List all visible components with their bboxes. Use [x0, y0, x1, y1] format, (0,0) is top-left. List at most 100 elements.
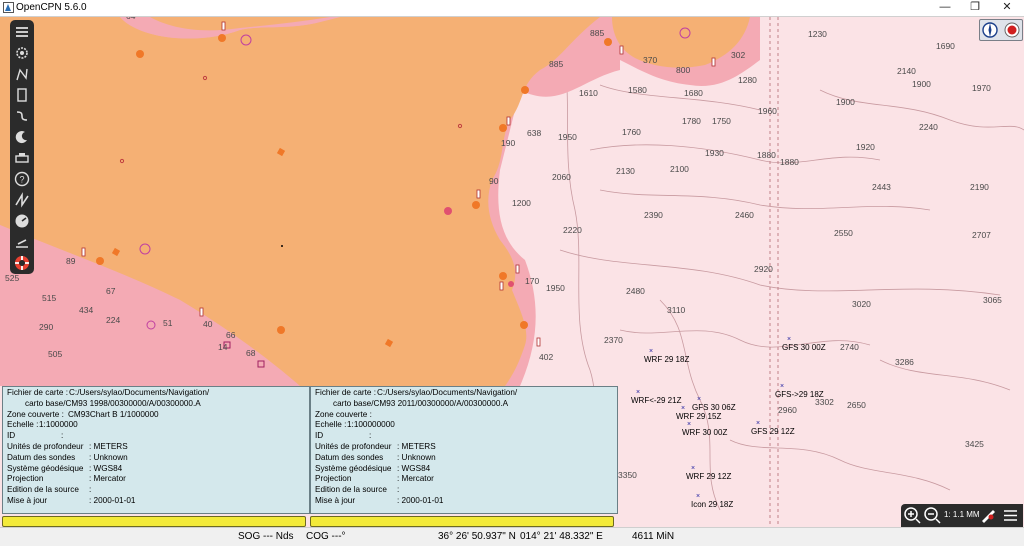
depth-sounding: 2550 [834, 228, 853, 238]
projection-label: Projection [315, 474, 352, 484]
grib-marker-icon: × [636, 389, 640, 396]
ais-icon[interactable] [12, 232, 32, 252]
dashboard-icon[interactable] [12, 211, 32, 231]
file-path-continued: carto base/CM93 2011/00300000/A/00300000… [333, 398, 509, 408]
depth-sounding: 1880 [757, 150, 776, 160]
depth-sounding: 64 [126, 17, 136, 21]
depth-sounding: 2480 [626, 286, 645, 296]
file-path-continued: carto base/CM93 1998/00300000/A/00300000… [25, 398, 201, 408]
file-path: C:/Users/sylao/Documents/Navigation/ [69, 388, 210, 397]
chart-info-panel-2: Fichier de carte : C:/Users/sylao/Docume… [310, 386, 618, 514]
title-bar: OpenCPN 5.6.0 — ❐ ✕ [0, 0, 1024, 17]
depth-sounding: 1580 [628, 85, 647, 95]
depth-sounding: 2060 [552, 172, 571, 182]
lifebuoy-icon[interactable] [12, 253, 32, 273]
grib-marker-icon: × [691, 465, 695, 472]
depth-sounding: 638 [527, 128, 541, 138]
grib-icon[interactable] [12, 190, 32, 210]
grib-marker-icon: × [697, 396, 701, 403]
route-icon[interactable] [12, 64, 32, 84]
depth-sounding: 800 [676, 65, 690, 75]
depth-sounding: 3110 [667, 305, 686, 315]
chart-bar-2[interactable] [310, 516, 614, 527]
zoom-out-icon[interactable] [923, 506, 942, 525]
depth-sounding: 3350 [618, 470, 637, 480]
chart-info-icon[interactable] [12, 85, 32, 105]
grib-label: Icon 29 18Z [691, 500, 733, 509]
update-value: : 2000-01-01 [397, 495, 444, 505]
depth-sounding: 170 [525, 276, 539, 286]
zoom-in-icon[interactable] [903, 506, 922, 525]
units-value: : METERS [89, 441, 128, 451]
latitude-readout: 36° 26' 50.937" N [438, 531, 516, 542]
sog-readout: SOG --- Nds [238, 531, 294, 542]
depth-sounding: 66 [226, 330, 236, 340]
depth-sounding: 1900 [912, 79, 931, 89]
depth-sounding: 1920 [856, 142, 875, 152]
geodetic-value: : WGS84 [89, 463, 123, 473]
depth-sounding: 2960 [778, 405, 797, 415]
zone-value: CM93Chart B 1/1000000 [68, 409, 159, 419]
hamburger-menu-icon[interactable] [1001, 506, 1020, 525]
projection-label: Projection [7, 474, 44, 484]
depth-sounding: 2140 [897, 66, 916, 76]
grib-label: WRF 29 15Z [676, 412, 721, 421]
depth-sounding: 885 [590, 28, 604, 38]
maximize-button[interactable]: ❐ [958, 0, 992, 16]
grib-marker-icon: × [787, 336, 791, 343]
sounding-datum-label: Datum des sondes [7, 452, 76, 462]
source-edition-label: Edition de la source [315, 485, 387, 495]
depth-sounding: 1690 [936, 41, 955, 51]
depth-sounding: 505 [48, 349, 62, 359]
projection-value: : Mercator [397, 474, 434, 484]
depth-sounding: 3020 [852, 299, 871, 309]
id-label: ID [315, 431, 324, 441]
depth-sounding: 2460 [735, 210, 754, 220]
depth-sounding: 2650 [847, 400, 866, 410]
sounding-datum-label: Datum des sondes [315, 452, 384, 462]
chart-scale-label: 1: 1.1 MM [944, 510, 980, 519]
depth-sounding: 434 [79, 305, 93, 315]
cog-readout: COG ---° [306, 531, 346, 542]
menu-icon[interactable] [12, 22, 32, 42]
depth-sounding: 3425 [965, 439, 984, 449]
settings-icon[interactable] [12, 43, 32, 63]
depth-sounding: 1750 [712, 116, 731, 126]
depth-sounding: 1680 [684, 88, 703, 98]
scale-label: Echelle : [315, 420, 347, 430]
minimize-button[interactable]: — [928, 0, 962, 16]
close-button[interactable]: ✕ [990, 0, 1024, 16]
update-label: Mise à jour [315, 495, 356, 505]
tide-icon[interactable] [12, 127, 32, 147]
depth-sounding: 224 [106, 315, 120, 325]
svg-text:?: ? [19, 175, 24, 185]
geodetic-label: Système géodésique [7, 463, 84, 473]
depth-sounding: 525 [5, 273, 19, 283]
print-icon[interactable] [12, 148, 32, 168]
chart-mode-icon[interactable] [979, 506, 998, 525]
depth-sounding: 3065 [983, 295, 1002, 305]
grib-label: GFS 29 12Z [751, 427, 795, 436]
depth-sounding: 370 [643, 55, 657, 65]
depth-sounding: 89 [66, 256, 76, 266]
compass-rose-icon [982, 22, 1020, 38]
depth-sounding: 67 [106, 286, 116, 296]
chart-bar-1[interactable] [2, 516, 306, 527]
depth-sounding: 90 [489, 176, 499, 186]
depth-sounding: 2240 [919, 122, 938, 132]
scale-label: Echelle : [7, 420, 39, 430]
depth-sounding: 1280 [738, 75, 757, 85]
source-edition-value: : [397, 485, 400, 495]
depth-sounding: 1230 [808, 29, 827, 39]
grib-label: WRF<-29 21Z [631, 396, 682, 405]
track-icon[interactable] [12, 106, 32, 126]
depth-sounding: 2190 [970, 182, 989, 192]
file-label: Fichier de carte : [315, 388, 376, 397]
depth-sounding: 2740 [840, 342, 859, 352]
depth-sounding: 2707 [972, 230, 991, 240]
window-title: OpenCPN 5.6.0 [16, 2, 87, 13]
depth-sounding: 2390 [644, 210, 663, 220]
help-icon[interactable]: ? [12, 169, 32, 189]
depth-sounding: 1760 [622, 127, 641, 137]
compass-widget[interactable] [979, 19, 1023, 41]
